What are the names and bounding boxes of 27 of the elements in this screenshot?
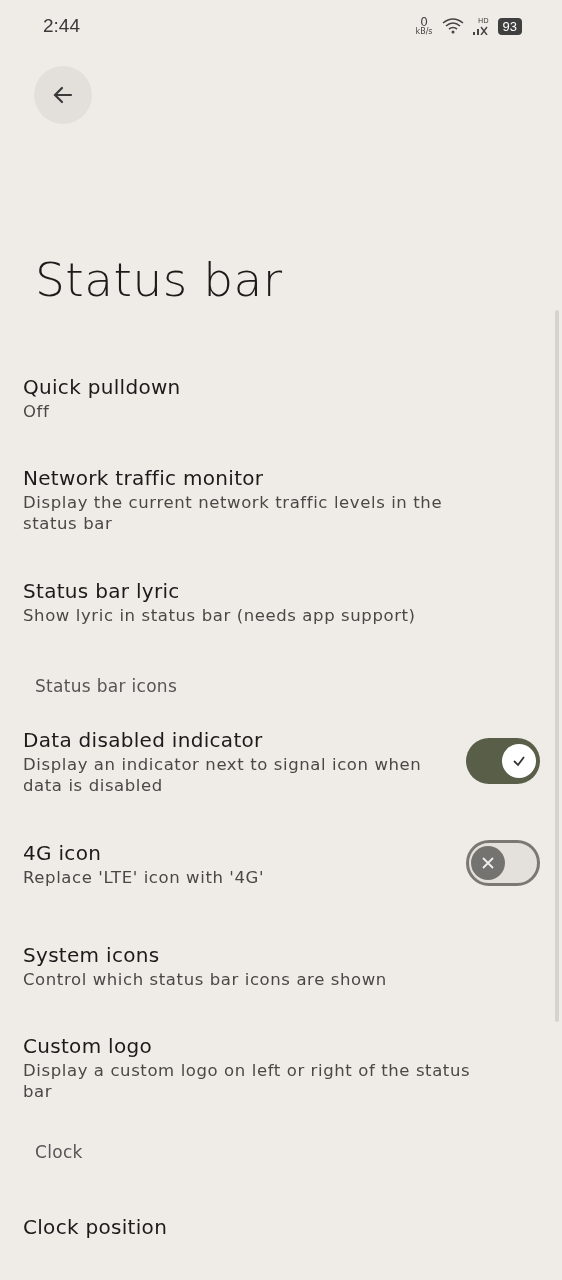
signal-icon [472,24,489,35]
setting-summary: Display a custom logo on left or right of the status bar [23,1060,472,1102]
clock-time: 2:44 [43,15,80,37]
setting-summary: Display the current network traffic levels in the status bar [23,492,444,534]
close-icon [481,856,495,870]
setting-title[interactable]: Network traffic monitor [23,464,540,492]
setting-title[interactable]: System icons [23,940,540,969]
section-header: Clock [34,1141,84,1164]
setting-title[interactable]: 4G icon [23,838,466,867]
setting-title[interactable]: Custom logo [23,1032,540,1060]
setting-title[interactable]: Clock position [23,1213,540,1241]
setting-summary: Replace 'LTE' icon with '4G' [23,866,266,888]
battery-level: 93 [497,17,522,35]
toggle-switch[interactable] [466,840,540,886]
setting-summary: Show lyric in status bar (needs app support) [23,604,417,626]
network-speed: 0 [420,16,428,28]
network-speed-unit: kB/s [415,28,433,36]
section-header: Status bar icons [34,675,179,698]
setting-summary: Control which status bar icons are shown [23,968,388,990]
setting-title[interactable]: Status bar lyric [23,576,540,605]
page-title: Status bar [34,251,284,308]
setting-summary: Off [23,400,51,422]
setting-summary: Display an indicator next to signal icon when data is disabled [23,754,423,796]
wifi-icon [441,18,464,34]
setting-title[interactable]: Data disabled indicator [23,726,466,754]
toggle-switch[interactable] [466,738,540,784]
setting-title[interactable]: Quick pulldown [23,372,540,401]
